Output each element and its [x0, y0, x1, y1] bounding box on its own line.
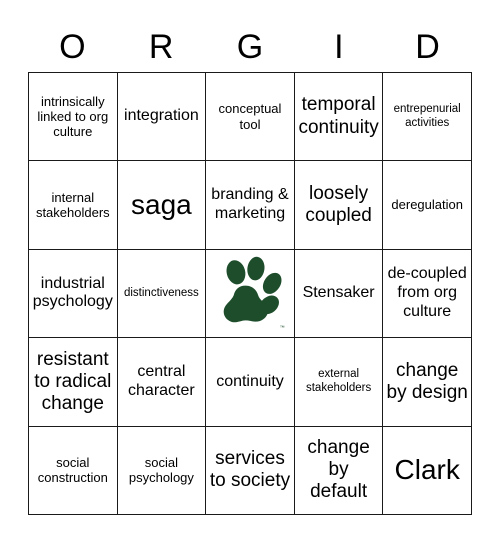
bingo-header: O R G I D [28, 22, 472, 72]
header-letter-0: O [59, 28, 86, 66]
bingo-cell-r4c3[interactable]: continuity [206, 338, 295, 427]
bingo-cell-r3c4[interactable]: Stensaker [294, 249, 384, 339]
bingo-cell-label: social psychology [128, 455, 194, 486]
bingo-cell-label: saga [131, 188, 192, 220]
bingo-cell-label: deregulation [391, 197, 463, 213]
bingo-cell-label: entrepenurial activities [393, 103, 461, 129]
bingo-cell-label: continuity [216, 372, 284, 390]
header-letter-4: D [415, 28, 440, 66]
bingo-cell-label: services to society [209, 448, 291, 492]
bingo-cell-label: resistant to radical change [34, 348, 112, 414]
header-letter-3: I [334, 28, 344, 66]
bingo-cell-r3c1[interactable]: industrial psychology [29, 249, 118, 339]
header-letter-1: R [148, 28, 174, 66]
paw-print-logo: ™ [206, 250, 294, 337]
bingo-cell-r2c4[interactable]: loosely coupled [294, 161, 384, 250]
bingo-cell-label: internal stakeholders [35, 189, 110, 221]
bingo-cell-r3c2[interactable]: distinctiveness [117, 249, 207, 339]
bingo-cell-r5c1[interactable]: social construction [29, 426, 118, 515]
bingo-cell-r5c4[interactable]: change by default [294, 426, 384, 515]
bingo-cell-label: distinctiveness [123, 286, 199, 299]
bingo-cell-r4c5[interactable]: change by design [383, 338, 472, 427]
bingo-cell-label: industrial psychology [32, 274, 113, 311]
bingo-cell-label: change by design [386, 359, 468, 403]
bingo-grid: intrinsically linked to org culture inte… [28, 72, 472, 515]
bingo-cell-r4c1[interactable]: resistant to radical change [29, 338, 118, 427]
bingo-cell-r2c5[interactable]: deregulation [383, 161, 472, 250]
bingo-cell-r4c4[interactable]: external stakeholders [294, 338, 384, 427]
bingo-cell-label: change by default [307, 436, 370, 503]
bingo-cell-r1c4[interactable]: temporal continuity [294, 73, 384, 162]
paw-print-icon [223, 257, 282, 323]
bingo-cell-r2c3[interactable]: branding & marketing [206, 161, 295, 250]
bingo-cell-label: conceptual tool [218, 101, 282, 132]
bingo-cell-label: central character [128, 363, 195, 399]
bingo-cell-r2c1[interactable]: internal stakeholders [29, 161, 118, 250]
bingo-cell-r1c5[interactable]: entrepenurial activities [383, 73, 472, 162]
bingo-cell-free-space[interactable]: ™ [206, 249, 295, 339]
bingo-cell-r5c2[interactable]: social psychology [117, 426, 207, 515]
bingo-cell-r5c5[interactable]: Clark [383, 426, 472, 515]
bingo-cell-r1c2[interactable]: integration [117, 73, 207, 162]
trademark-symbol: ™ [279, 325, 285, 332]
bingo-cell-label: branding & marketing [211, 186, 289, 223]
bingo-cell-label: external stakeholders [305, 368, 372, 394]
bingo-cell-label: integration [124, 107, 199, 125]
bingo-cell-r2c2[interactable]: saga [117, 161, 207, 250]
bingo-cell-label: social construction [37, 455, 108, 486]
bingo-cell-r1c3[interactable]: conceptual tool [206, 73, 295, 162]
bingo-cell-label: loosely coupled [305, 182, 372, 227]
bingo-cell-r3c5[interactable]: de-coupled from org culture [383, 249, 472, 339]
bingo-cell-r4c2[interactable]: central character [117, 338, 207, 427]
bingo-cell-label: Stensaker [302, 284, 375, 302]
bingo-cell-label: temporal continuity [298, 94, 379, 138]
bingo-cell-label: de-coupled from org culture [387, 265, 467, 320]
header-letter-2: G [236, 28, 264, 66]
bingo-cell-r1c1[interactable]: intrinsically linked to org culture [29, 73, 118, 162]
bingo-cell-label: intrinsically linked to org culture [37, 93, 109, 140]
bingo-cell-r5c3[interactable]: services to society [206, 426, 295, 515]
bingo-card: O R G I D intrinsically linked to org cu… [0, 0, 500, 544]
bingo-cell-label: Clark [394, 453, 460, 485]
